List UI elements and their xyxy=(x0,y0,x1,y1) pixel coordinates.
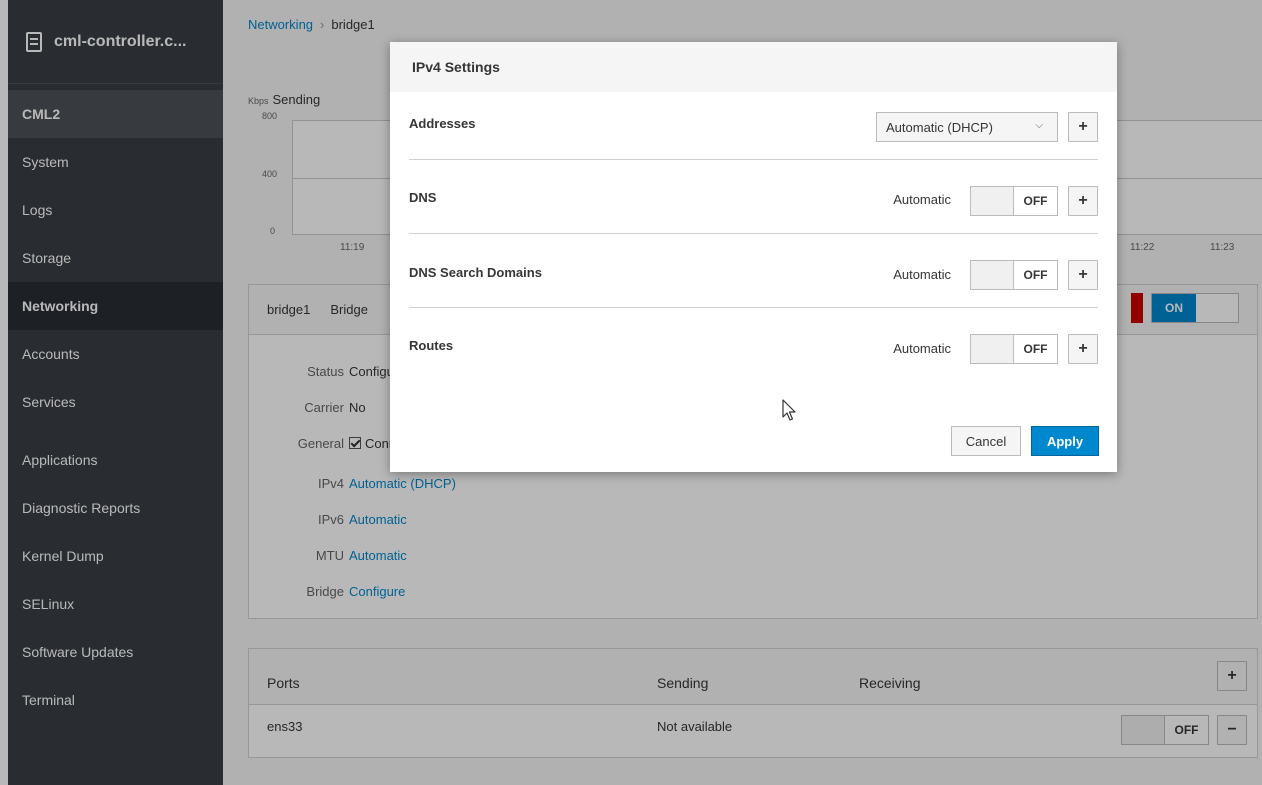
toggle-off-label: OFF xyxy=(1013,187,1057,215)
select-value: Automatic (DHCP) xyxy=(886,119,993,135)
mouse-cursor-icon xyxy=(782,399,796,421)
addresses-method-select[interactable]: Automatic (DHCP) ⌵ xyxy=(876,112,1058,142)
dns-search-row: DNS Search Domains Automatic OFF + xyxy=(409,234,1098,308)
toggle-off-label: OFF xyxy=(1013,261,1057,289)
add-dns-search-button[interactable]: + xyxy=(1068,260,1098,290)
routes-automatic-toggle[interactable]: OFF xyxy=(970,334,1058,364)
dns-search-automatic-toggle[interactable]: OFF xyxy=(970,260,1058,290)
add-dns-button[interactable]: + xyxy=(1068,186,1098,216)
addresses-label: Addresses xyxy=(409,116,476,131)
ipv4-settings-dialog: IPv4 Settings Addresses Automatic (DHCP)… xyxy=(390,42,1117,472)
cancel-button[interactable]: Cancel xyxy=(951,426,1021,456)
dns-search-label: DNS Search Domains xyxy=(409,265,542,280)
dns-label: DNS xyxy=(409,190,437,205)
dns-automatic-toggle[interactable]: OFF xyxy=(970,186,1058,216)
add-route-button[interactable]: + xyxy=(1068,334,1098,364)
apply-button[interactable]: Apply xyxy=(1031,426,1099,456)
dns-row: DNS Automatic OFF + xyxy=(409,160,1098,234)
add-address-button[interactable]: + xyxy=(1068,112,1098,142)
dns-search-automatic-label: Automatic xyxy=(893,267,951,282)
dialog-title: IPv4 Settings xyxy=(390,42,1117,92)
routes-label: Routes xyxy=(409,338,454,353)
routes-row: Routes Automatic OFF + xyxy=(409,308,1098,382)
dns-automatic-label: Automatic xyxy=(893,192,951,207)
routes-automatic-label: Automatic xyxy=(893,341,951,356)
toggle-off-label: OFF xyxy=(1013,335,1057,363)
chevron-down-icon: ⌵ xyxy=(1035,120,1043,131)
addresses-row: Addresses Automatic (DHCP) ⌵ + xyxy=(409,92,1098,160)
